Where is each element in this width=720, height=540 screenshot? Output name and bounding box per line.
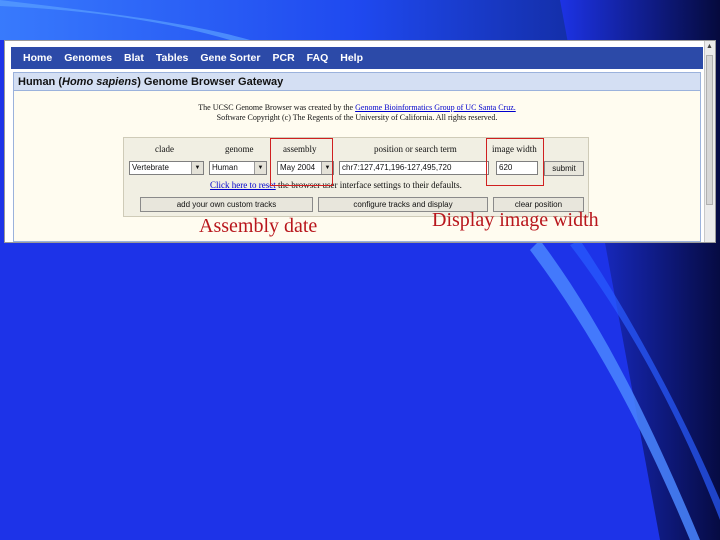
nav-tables[interactable]: Tables [156,52,188,64]
nav-help[interactable]: Help [340,52,363,64]
add-custom-tracks-button[interactable]: add your own custom tracks [140,197,313,212]
position-label: position or search term [374,144,457,154]
credit-text: The UCSC Genome Browser was created by t… [14,103,700,123]
display-image-width-annotation: Display image width [432,209,599,231]
genome-label: genome [225,144,254,154]
vertical-scrollbar[interactable]: ▲ [704,41,715,242]
title-suffix: ) Genome Browser Gateway [137,76,284,88]
submit-button[interactable]: submit [544,161,584,176]
reset-line: Click here to reset the browser user int… [210,180,462,190]
chevron-down-icon: ▼ [254,162,266,174]
top-nav-bar: Home Genomes Blat Tables Gene Sorter PCR… [11,47,703,69]
clade-select[interactable]: Vertebrate ▼ [129,161,204,175]
title-prefix: Human ( [18,76,62,88]
credit-link[interactable]: Genome Bioinformatics Group of UC Santa … [355,103,516,112]
credit-line-2: Software Copyright (c) The Regents of th… [216,113,498,122]
nav-pcr[interactable]: PCR [272,52,294,64]
image-width-highlight-box [486,138,544,186]
genome-select[interactable]: Human ▼ [209,161,267,175]
genome-value: Human [212,163,238,172]
title-species: Homo sapiens [62,76,138,88]
chevron-down-icon: ▼ [191,162,203,174]
slide: Home Genomes Blat Tables Gene Sorter PCR… [0,0,720,540]
scroll-thumb[interactable] [706,55,713,205]
clade-value: Vertebrate [132,163,169,172]
nav-genomes[interactable]: Genomes [64,52,112,64]
assembly-highlight-box [270,138,333,186]
scroll-up-arrow-icon[interactable]: ▲ [706,43,713,50]
nav-faq[interactable]: FAQ [307,52,329,64]
page-title: Human (Homo sapiens) Genome Browser Gate… [14,73,700,91]
nav-blat[interactable]: Blat [124,52,144,64]
clade-label: clade [155,144,174,154]
assembly-date-annotation: Assembly date [199,215,318,237]
reset-link[interactable]: Click here to reset [210,180,276,190]
browser-screenshot: Home Genomes Blat Tables Gene Sorter PCR… [4,40,716,243]
position-input[interactable]: chr7:127,471,196-127,495,720 [339,161,489,175]
nav-gene-sorter[interactable]: Gene Sorter [200,52,260,64]
nav-home[interactable]: Home [23,52,52,64]
credit-line-1: The UCSC Genome Browser was created by t… [198,103,356,112]
